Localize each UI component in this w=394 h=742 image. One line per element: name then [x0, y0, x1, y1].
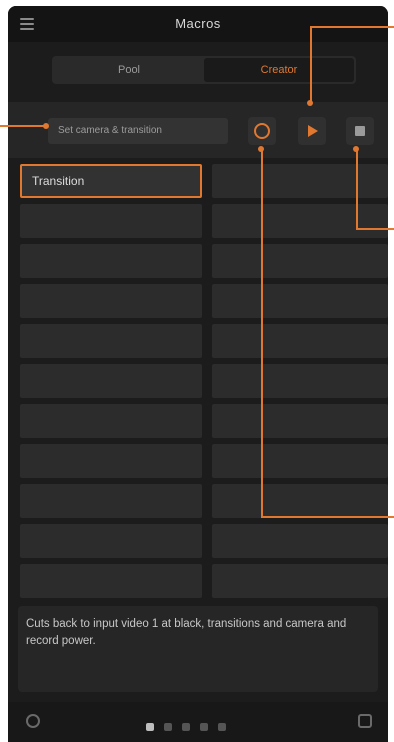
macro-toolbar: Set camera & transition	[8, 102, 388, 158]
stop-button[interactable]	[346, 117, 374, 145]
macro-row	[20, 484, 388, 518]
macro-slot[interactable]	[212, 484, 388, 518]
settings-icon[interactable]	[26, 714, 40, 728]
macros-panel: Macros Pool Creator Set camera & transit…	[8, 6, 388, 742]
callout-line-play-h	[310, 26, 394, 28]
macro-slot[interactable]	[20, 284, 202, 318]
callout-line-record	[261, 150, 263, 518]
macro-slot[interactable]	[212, 364, 388, 398]
macro-slot-label: Transition	[32, 174, 85, 188]
macro-slot[interactable]	[20, 564, 202, 598]
macro-slot[interactable]	[212, 164, 388, 198]
macro-row	[20, 404, 388, 438]
macro-slot[interactable]	[212, 524, 388, 558]
macro-slot[interactable]	[212, 204, 388, 238]
record-button[interactable]	[248, 117, 276, 145]
callout-line-play	[310, 26, 312, 102]
macro-description-box[interactable]: Cuts back to input video 1 at black, tra…	[18, 606, 378, 692]
macro-slot[interactable]	[20, 524, 202, 558]
bottom-bar	[8, 702, 388, 742]
macro-name-field[interactable]: Set camera & transition	[48, 118, 228, 144]
macro-slot[interactable]	[212, 564, 388, 598]
macro-slot[interactable]	[212, 284, 388, 318]
callout-dot-record	[258, 146, 264, 152]
page-dot-active[interactable]	[146, 723, 154, 731]
macro-slot[interactable]	[212, 324, 388, 358]
grid-icon[interactable]	[358, 714, 372, 728]
macro-slot[interactable]	[20, 444, 202, 478]
callout-line-name	[0, 125, 46, 127]
page-indicator	[146, 718, 236, 736]
macro-row	[20, 364, 388, 398]
play-icon	[308, 125, 318, 137]
macro-slot[interactable]	[212, 444, 388, 478]
macro-slot[interactable]	[20, 404, 202, 438]
macro-slot[interactable]	[212, 404, 388, 438]
page-dot[interactable]	[200, 723, 208, 731]
macro-slot[interactable]	[20, 364, 202, 398]
macro-row	[20, 284, 388, 318]
macro-row: Transition	[20, 164, 388, 198]
record-icon	[254, 123, 270, 139]
macro-slot[interactable]	[20, 324, 202, 358]
page-dot[interactable]	[164, 723, 172, 731]
macro-slot[interactable]	[212, 244, 388, 278]
macro-grid: Transition	[20, 164, 388, 604]
callout-dot-stop	[353, 146, 359, 152]
page-title: Macros	[175, 16, 221, 31]
page-dot[interactable]	[182, 723, 190, 731]
macro-slot[interactable]	[20, 204, 202, 238]
stop-icon	[355, 126, 365, 136]
tab-creator[interactable]: Creator	[204, 58, 354, 82]
callout-line-stop-h	[356, 228, 394, 230]
macro-row	[20, 564, 388, 598]
macro-slot[interactable]	[20, 484, 202, 518]
callout-dot-play	[307, 100, 313, 106]
macro-row	[20, 524, 388, 558]
macro-row	[20, 444, 388, 478]
macro-row	[20, 324, 388, 358]
macro-slot[interactable]	[20, 244, 202, 278]
macro-row	[20, 204, 388, 238]
callout-line-stop	[356, 150, 358, 230]
macro-row	[20, 244, 388, 278]
title-bar: Macros	[8, 6, 388, 42]
page-dot[interactable]	[218, 723, 226, 731]
callout-line-record-h	[261, 516, 394, 518]
macro-slot-selected[interactable]: Transition	[20, 164, 202, 198]
play-button[interactable]	[298, 117, 326, 145]
macro-description-text: Cuts back to input video 1 at black, tra…	[26, 618, 347, 647]
tab-pool[interactable]: Pool	[54, 58, 204, 82]
callout-dot-name	[43, 123, 49, 129]
